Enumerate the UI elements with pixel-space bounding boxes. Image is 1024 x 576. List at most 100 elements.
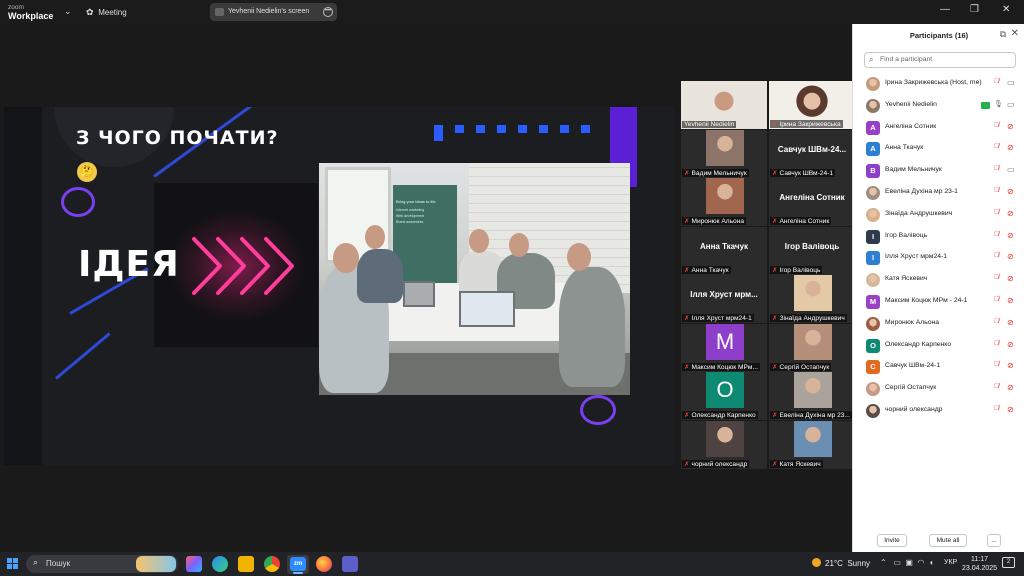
camera-icon[interactable]: ▣ — [905, 558, 913, 567]
participant-search-input[interactable]: ⌕ Find a participant — [864, 52, 1016, 68]
video-tile[interactable]: Анна Ткачук ✗ Анна Ткачук — [681, 226, 767, 275]
video-off-icon[interactable]: ⊘ — [1007, 383, 1014, 392]
mic-muted-icon[interactable]: 🎙̸ — [994, 318, 999, 325]
invite-button[interactable]: Invite — [877, 534, 907, 547]
video-tile[interactable]: Ілля Хруст мрм... ✗ Ілля Хруст мрм24-1 — [681, 275, 767, 323]
video-camera-icon[interactable]: ▭ — [1007, 78, 1015, 87]
meeting-info-button[interactable]: ✿ Meeting — [86, 7, 127, 18]
video-camera-icon[interactable]: ▭ — [1007, 165, 1015, 174]
mic-muted-icon[interactable]: 🎙̸ — [994, 383, 999, 390]
participant-row[interactable]: A Анна Ткачук 🎙̸ ⊘ — [853, 138, 1024, 160]
mic-muted-icon[interactable]: 🎙̸ — [994, 122, 999, 129]
mic-muted-icon[interactable]: 🎙̸ — [994, 165, 999, 172]
mic-icon[interactable]: 🎙 — [994, 100, 1003, 108]
screen-share-pill[interactable]: Yevhenii Nedielin's screen ••• — [210, 3, 337, 21]
video-off-icon[interactable]: ⊘ — [1007, 405, 1014, 414]
video-tile[interactable]: ✗ Ірина Закрижевська — [769, 81, 855, 129]
video-off-icon[interactable]: ⊘ — [1007, 187, 1014, 196]
mic-muted-icon[interactable]: 🎙̸ — [994, 78, 999, 85]
video-tile[interactable]: Савчук ШВм-24... ✗ Савчук ШВм-24-1 — [769, 129, 855, 178]
video-tile[interactable]: Ігор Валівоць ✗ Ігор Валівоць — [769, 226, 855, 275]
video-gallery-strip[interactable]: Yevhenii Nedielin ✗ Ірина Закрижевська ✗ Вад… — [680, 80, 855, 469]
minimize-icon[interactable]: — — [940, 4, 950, 15]
video-off-icon[interactable]: ⊘ — [1007, 318, 1014, 327]
chrome-browser-icon[interactable] — [264, 556, 280, 572]
participant-row[interactable]: чорний олександр 🎙̸ ⊘ — [853, 400, 1024, 422]
zoom-workplace-logo[interactable]: zoom Workplace — [8, 3, 53, 21]
notification-badge[interactable]: 2 — [1002, 557, 1015, 568]
edge-browser-icon[interactable] — [212, 556, 228, 572]
video-tile[interactable]: O ✗ Олександр Карпенко — [681, 372, 767, 420]
mic-muted-icon[interactable]: 🎙̸ — [994, 143, 999, 150]
participant-row[interactable]: Сергій Остапчук 🎙̸ ⊘ — [853, 378, 1024, 400]
video-off-icon[interactable]: ⊘ — [1007, 340, 1014, 349]
video-tile[interactable]: Ангеліна Сотник ✗ Ангеліна Сотник — [769, 178, 855, 226]
close-window-icon[interactable]: ✕ — [1002, 4, 1010, 15]
mic-muted-icon[interactable]: 🎙̸ — [994, 231, 999, 238]
video-off-icon[interactable]: ⊘ — [1007, 231, 1014, 240]
video-tile[interactable]: ✗ чорний олександр — [681, 420, 767, 469]
pop-out-icon[interactable]: ⧉ — [1000, 29, 1006, 40]
weather-widget[interactable]: 21°C Sunny — [812, 558, 870, 568]
video-off-icon[interactable]: ⊘ — [1007, 252, 1014, 261]
chevron-down-icon[interactable]: ⌄ — [64, 6, 72, 17]
video-camera-icon[interactable]: ▭ — [1007, 100, 1015, 109]
more-options-button[interactable]: ... — [987, 534, 1001, 547]
clock[interactable]: 11:17 23.04.2025 — [962, 555, 997, 573]
video-tile[interactable]: ✗ Катя Яскевич — [769, 420, 855, 469]
video-off-icon[interactable]: ⊘ — [1007, 274, 1014, 283]
mic-muted-icon[interactable]: 🎙̸ — [994, 296, 999, 303]
mic-muted-icon[interactable]: 🎙̸ — [994, 187, 999, 194]
participant-row[interactable]: A Ангеліна Сотник 🎙̸ ⊘ — [853, 117, 1024, 139]
participant-row[interactable]: I Ігор Валівоць 🎙̸ ⊘ — [853, 226, 1024, 248]
taskbar-search-box[interactable]: ⌕ Пошук — [26, 555, 178, 573]
shared-screen-area[interactable]: З ЧОГО ПОЧАТИ? 🤔 ІДЕЯ Bring your ideas t… — [0, 24, 680, 552]
mic-muted-icon[interactable]: 🎙̸ — [994, 274, 999, 281]
teams-icon[interactable] — [342, 556, 358, 572]
participant-row[interactable]: I Ілля Хруст мрм24-1 🎙̸ ⊘ — [853, 247, 1024, 269]
video-off-icon[interactable]: ⊘ — [1007, 122, 1014, 131]
mute-all-button[interactable]: Mute all — [929, 534, 967, 547]
mic-muted-icon[interactable]: 🎙̸ — [994, 405, 999, 412]
copilot-icon[interactable] — [186, 556, 202, 572]
participant-row[interactable]: B Вадим Мельничук 🎙̸ ▭ — [853, 160, 1024, 182]
close-panel-icon[interactable]: ✕ — [1011, 28, 1019, 39]
video-tile[interactable]: ✗ Сергій Остапчук — [769, 323, 855, 372]
participant-row[interactable]: Евеліна Духіна мр 23-1 🎙̸ ⊘ — [853, 182, 1024, 204]
zoom-taskbar-button[interactable]: zm — [287, 555, 309, 574]
video-off-icon[interactable]: ⊘ — [1007, 209, 1014, 218]
participant-row[interactable]: Зінаїда Андрушкевич 🎙̸ ⊘ — [853, 204, 1024, 226]
file-explorer-icon[interactable] — [238, 556, 254, 572]
mic-muted-icon[interactable]: 🎙̸ — [994, 209, 999, 216]
participant-row[interactable]: Ірина Закрижевська (Host, me) 🎙̸ ▭ — [853, 73, 1024, 95]
participant-name: Савчук ШВм-24-1 — [885, 362, 941, 370]
network-icon[interactable]: ▭ — [893, 558, 901, 567]
volume-icon[interactable]: ◖ — [929, 558, 934, 567]
language-indicator[interactable]: УКР — [944, 559, 957, 566]
video-tile[interactable]: ✗ Зінаїда Андрушкевич — [769, 275, 855, 323]
system-tray[interactable]: ⌃ ▭ ▣ ◠ ◖ — [880, 558, 934, 567]
video-off-icon[interactable]: ⊘ — [1007, 361, 1014, 370]
participant-row[interactable]: M Максим Коцюк МРм - 24-1 🎙̸ ⊘ — [853, 291, 1024, 313]
mic-muted-icon[interactable]: 🎙̸ — [994, 252, 999, 259]
participant-row[interactable]: C Савчук ШВм-24-1 🎙̸ ⊘ — [853, 356, 1024, 378]
mic-muted-icon[interactable]: 🎙̸ — [994, 361, 999, 368]
video-tile[interactable]: ✗ Вадим Мельничук — [681, 129, 767, 178]
windows-start-icon[interactable] — [7, 558, 19, 570]
mic-muted-icon[interactable]: 🎙̸ — [994, 340, 999, 347]
video-off-icon[interactable]: ⊘ — [1007, 296, 1014, 305]
video-off-icon[interactable]: ⊘ — [1007, 143, 1014, 152]
video-tile[interactable]: Yevhenii Nedielin — [681, 81, 767, 129]
participant-row[interactable]: Yevhenii Nedielin 🎙 ▭ — [853, 95, 1024, 117]
firefox-icon[interactable] — [316, 556, 332, 572]
chevron-up-icon[interactable]: ⌃ — [880, 558, 887, 567]
video-tile[interactable]: ✗ Миронюк Альона — [681, 178, 767, 226]
participant-row[interactable]: Миронюк Альона 🎙̸ ⊘ — [853, 313, 1024, 335]
video-tile[interactable]: M ✗ Максим Коцюк МРм... — [681, 323, 767, 372]
participant-row[interactable]: O Олександр Карпенко 🎙̸ ⊘ — [853, 335, 1024, 357]
restore-icon[interactable]: ❐ — [970, 4, 979, 15]
participant-row[interactable]: Катя Яскевич 🎙̸ ⊘ — [853, 269, 1024, 291]
video-tile[interactable]: ✗ Евеліна Духіна мр 23... — [769, 372, 855, 420]
wifi-icon[interactable]: ◠ — [917, 558, 924, 567]
more-icon[interactable]: ••• — [323, 7, 333, 17]
